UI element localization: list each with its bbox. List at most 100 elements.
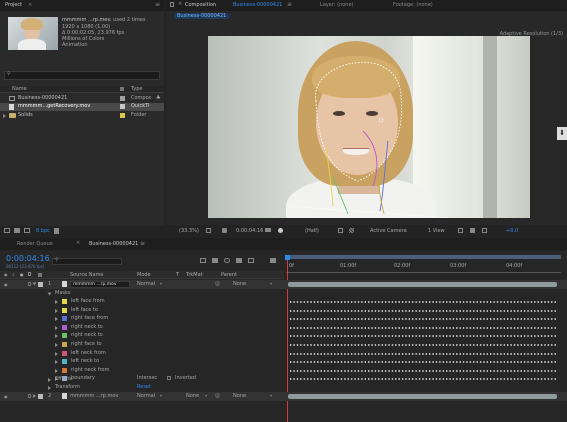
side-arrow-icon[interactable]: ⬇ (557, 127, 567, 140)
grid-icon[interactable] (206, 228, 211, 233)
tab-composition[interactable]: Composition (185, 2, 216, 8)
trkmat-dropdown-icon[interactable]: ▾ (205, 393, 207, 398)
project-item[interactable]: mmmmm...getRecovery.mov QuickTi (0, 103, 164, 111)
col-type[interactable]: Type (131, 86, 142, 92)
layer-parent-dropdown[interactable]: None (233, 281, 246, 287)
parent-pickwhip-icon[interactable]: @ (215, 281, 220, 287)
exposure-value[interactable]: +0.0 (506, 228, 518, 234)
subtab-comp[interactable]: Business-00000421 (174, 13, 230, 19)
mask-keyframes[interactable] (289, 318, 557, 321)
lock-toggle-icon[interactable] (28, 394, 31, 398)
col-source-name[interactable]: Source Name (70, 272, 104, 278)
layer-name[interactable]: mmmmm ...rp.mov (70, 281, 130, 288)
mask-keyframes[interactable] (289, 326, 557, 329)
mask-name[interactable]: right neck from (71, 367, 109, 373)
panel-menu-icon[interactable]: ≡ (287, 1, 292, 8)
expand-arrow-icon[interactable] (48, 386, 51, 390)
camera-dropdown[interactable]: Active Camera (370, 228, 407, 234)
expand-arrow-icon[interactable] (55, 317, 58, 322)
expand-arrow-icon[interactable] (48, 378, 51, 382)
lock-toggle-icon[interactable] (28, 282, 31, 286)
resolution-dropdown[interactable]: (Half) (305, 228, 319, 234)
mask-color-swatch[interactable] (62, 359, 67, 365)
transparency-icon[interactable] (349, 228, 354, 233)
mode-dropdown-icon[interactable]: ▾ (160, 281, 162, 286)
eye-icon[interactable]: ◉ (4, 394, 8, 399)
new-folder-icon[interactable] (14, 228, 20, 233)
layer-mode-dropdown[interactable]: Normal (137, 281, 155, 287)
shy-icon[interactable] (224, 258, 230, 263)
tab-composition-name[interactable]: Business-00000421 (233, 2, 282, 8)
tab-timeline-comp[interactable]: Business-00000421 (89, 241, 138, 247)
close-icon[interactable]: × (28, 2, 32, 8)
mask-paths[interactable] (208, 36, 530, 218)
mode-dropdown-icon[interactable]: ▾ (160, 393, 162, 398)
col-mode[interactable]: Mode (137, 272, 151, 278)
layer-trkmat-dropdown[interactable]: None (186, 393, 199, 399)
expand-arrow-icon[interactable] (55, 360, 58, 365)
zoom-dropdown[interactable]: (33.3%) (179, 228, 199, 234)
viewer-timecode[interactable]: 0:00:04:16 (236, 228, 263, 234)
mask-name[interactable]: right neck to (71, 332, 103, 338)
project-item[interactable]: Business-00000421 Compos ♣ (0, 95, 164, 103)
layer-label-swatch[interactable] (38, 394, 43, 399)
mask-keyframes[interactable] (289, 361, 557, 364)
layer-mode-dropdown[interactable]: Normal (137, 393, 155, 399)
mask-keyframes[interactable] (289, 309, 557, 312)
mask-name[interactable]: right face from (71, 315, 108, 321)
expand-arrow-icon[interactable] (55, 368, 58, 373)
timeline-timecode[interactable]: 0:00:04:16 (6, 254, 50, 263)
interpret-footage-icon[interactable] (4, 228, 10, 233)
bpc-label[interactable]: 8 bpc (36, 228, 50, 234)
layer-parent-dropdown[interactable]: None (233, 393, 246, 399)
time-ruler[interactable]: 0f 01:00f 02:00f 03:00f 04:00f (286, 255, 567, 277)
expand-arrow-icon[interactable] (55, 325, 58, 330)
mask-color-swatch[interactable] (62, 316, 67, 322)
view-count-dropdown[interactable]: 1 View (428, 228, 445, 234)
region-icon[interactable] (338, 228, 343, 233)
panel-menu-icon[interactable]: ≡ (140, 240, 145, 247)
parent-dropdown-icon[interactable]: ▾ (270, 393, 272, 398)
mask-name[interactable]: left neck to (71, 358, 99, 364)
transform-group[interactable]: Transform Reset (0, 384, 567, 392)
draft-3d-icon[interactable] (212, 258, 218, 263)
snapshot-icon[interactable] (222, 228, 227, 233)
col-name[interactable]: Name (12, 86, 27, 92)
masks-group[interactable]: Masks (0, 290, 567, 298)
mask-keyframes[interactable] (289, 352, 557, 355)
new-comp-icon[interactable] (24, 228, 30, 233)
mask-keyframes[interactable] (289, 344, 557, 346)
expand-arrow-icon[interactable] (33, 394, 36, 398)
mask-name[interactable]: right face to (71, 341, 102, 347)
flow-icon[interactable] (470, 228, 475, 233)
project-search-input[interactable]: ⚲ (4, 71, 160, 80)
mask-keyframes[interactable] (289, 335, 557, 338)
lock-icon[interactable] (170, 2, 174, 7)
work-area-bar[interactable] (286, 255, 561, 259)
dropdown-icon[interactable]: ▾ (104, 17, 106, 22)
graph-editor-icon[interactable] (270, 258, 276, 263)
mask-color-swatch[interactable] (62, 367, 67, 373)
timeline-search-input[interactable]: ⚲ (52, 258, 122, 265)
comp-mini-flowchart-icon[interactable] (200, 258, 206, 263)
comp-viewer[interactable] (208, 36, 530, 218)
project-item[interactable]: Solids Folder (0, 112, 164, 120)
tab-layer[interactable]: Layer: (none) (320, 2, 354, 8)
col-parent[interactable]: Parent (221, 272, 237, 278)
mask-name[interactable]: left neck from (71, 350, 106, 356)
cti-head[interactable] (285, 255, 290, 260)
expand-arrow-icon[interactable] (47, 292, 52, 296)
expand-arrow-icon[interactable] (55, 334, 58, 339)
expand-arrow-icon[interactable] (32, 282, 37, 286)
mask-color-swatch[interactable] (62, 299, 67, 304)
mask-color-swatch[interactable] (62, 350, 67, 356)
transform-reset[interactable]: Reset (137, 384, 151, 390)
col-trkmat[interactable]: TrkMat (186, 272, 203, 278)
parent-pickwhip-icon[interactable]: @ (215, 393, 220, 399)
mask-color-swatch[interactable] (62, 307, 67, 313)
expand-arrow-icon[interactable] (55, 300, 58, 304)
mask-color-swatch[interactable] (62, 324, 67, 330)
expand-arrow-icon[interactable] (55, 308, 58, 313)
close-icon[interactable]: × (76, 240, 80, 246)
panel-menu-icon[interactable]: ≡ (155, 1, 160, 8)
